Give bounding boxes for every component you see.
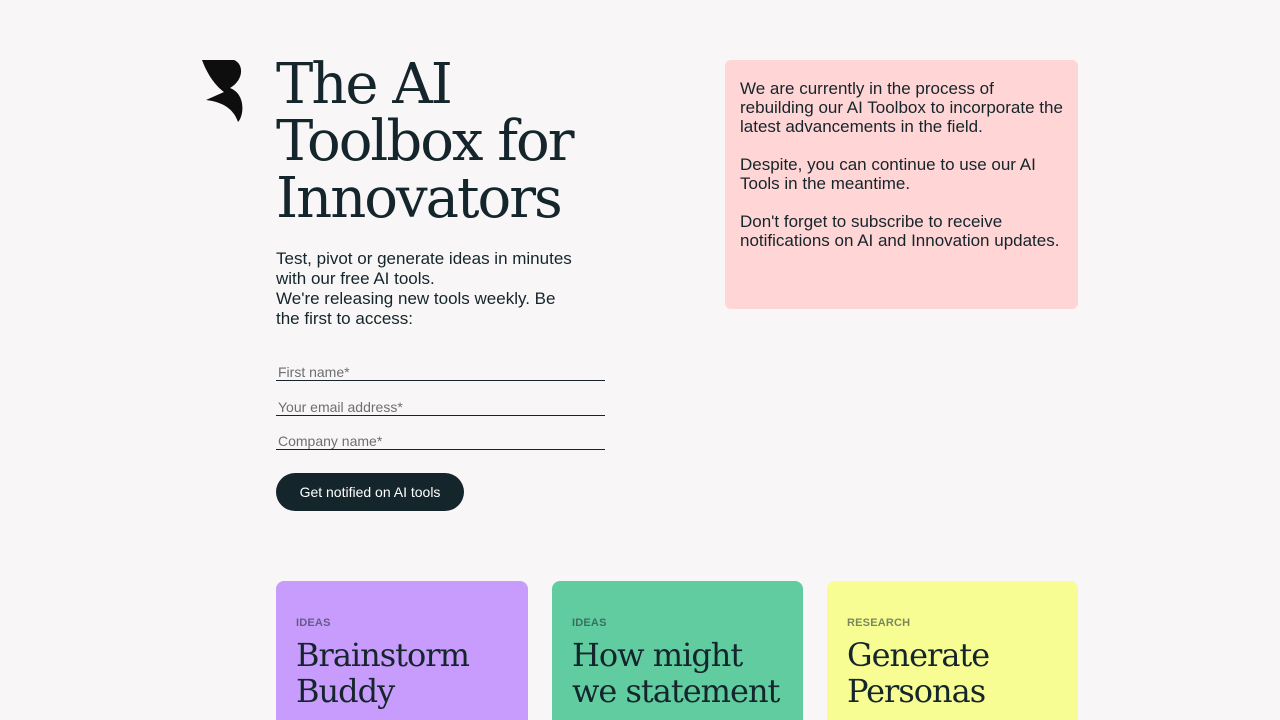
email-input[interactable] [276, 398, 605, 416]
rebuild-notice: We are currently in the process of rebui… [725, 60, 1078, 309]
brand-logo-icon[interactable] [200, 58, 244, 124]
get-notified-button[interactable]: Get notified on AI tools [276, 473, 464, 511]
card-category: RESEARCH [847, 617, 911, 629]
card-category: IDEAS [296, 617, 331, 629]
notice-paragraph-3: Don't forget to subscribe to receive not… [740, 212, 1060, 250]
intro-line-1: Test, pivot or generate ideas in minutes… [276, 249, 572, 288]
intro-text: Test, pivot or generate ideas in minutes… [276, 249, 576, 329]
card-title: How might we statement [572, 636, 780, 710]
notice-paragraph-1: We are currently in the process of rebui… [740, 79, 1063, 136]
first-name-input[interactable] [276, 363, 605, 381]
intro-line-2: We're releasing new tools weekly. Be the… [276, 289, 556, 328]
tool-card-generate-personas[interactable]: RESEARCH Generate Personas [827, 581, 1078, 720]
card-category: IDEAS [572, 617, 607, 629]
card-title: Generate Personas [847, 636, 990, 710]
notice-paragraph-2: Despite, you can continue to use our AI … [740, 155, 1036, 193]
company-name-input[interactable] [276, 432, 605, 450]
tool-card-brainstorm-buddy[interactable]: IDEAS Brainstorm Buddy [276, 581, 528, 720]
card-title: Brainstorm Buddy [296, 636, 470, 710]
tool-card-how-might-we[interactable]: IDEAS How might we statement [552, 581, 803, 720]
page-title: The AI Toolbox for Innovators [276, 52, 575, 231]
